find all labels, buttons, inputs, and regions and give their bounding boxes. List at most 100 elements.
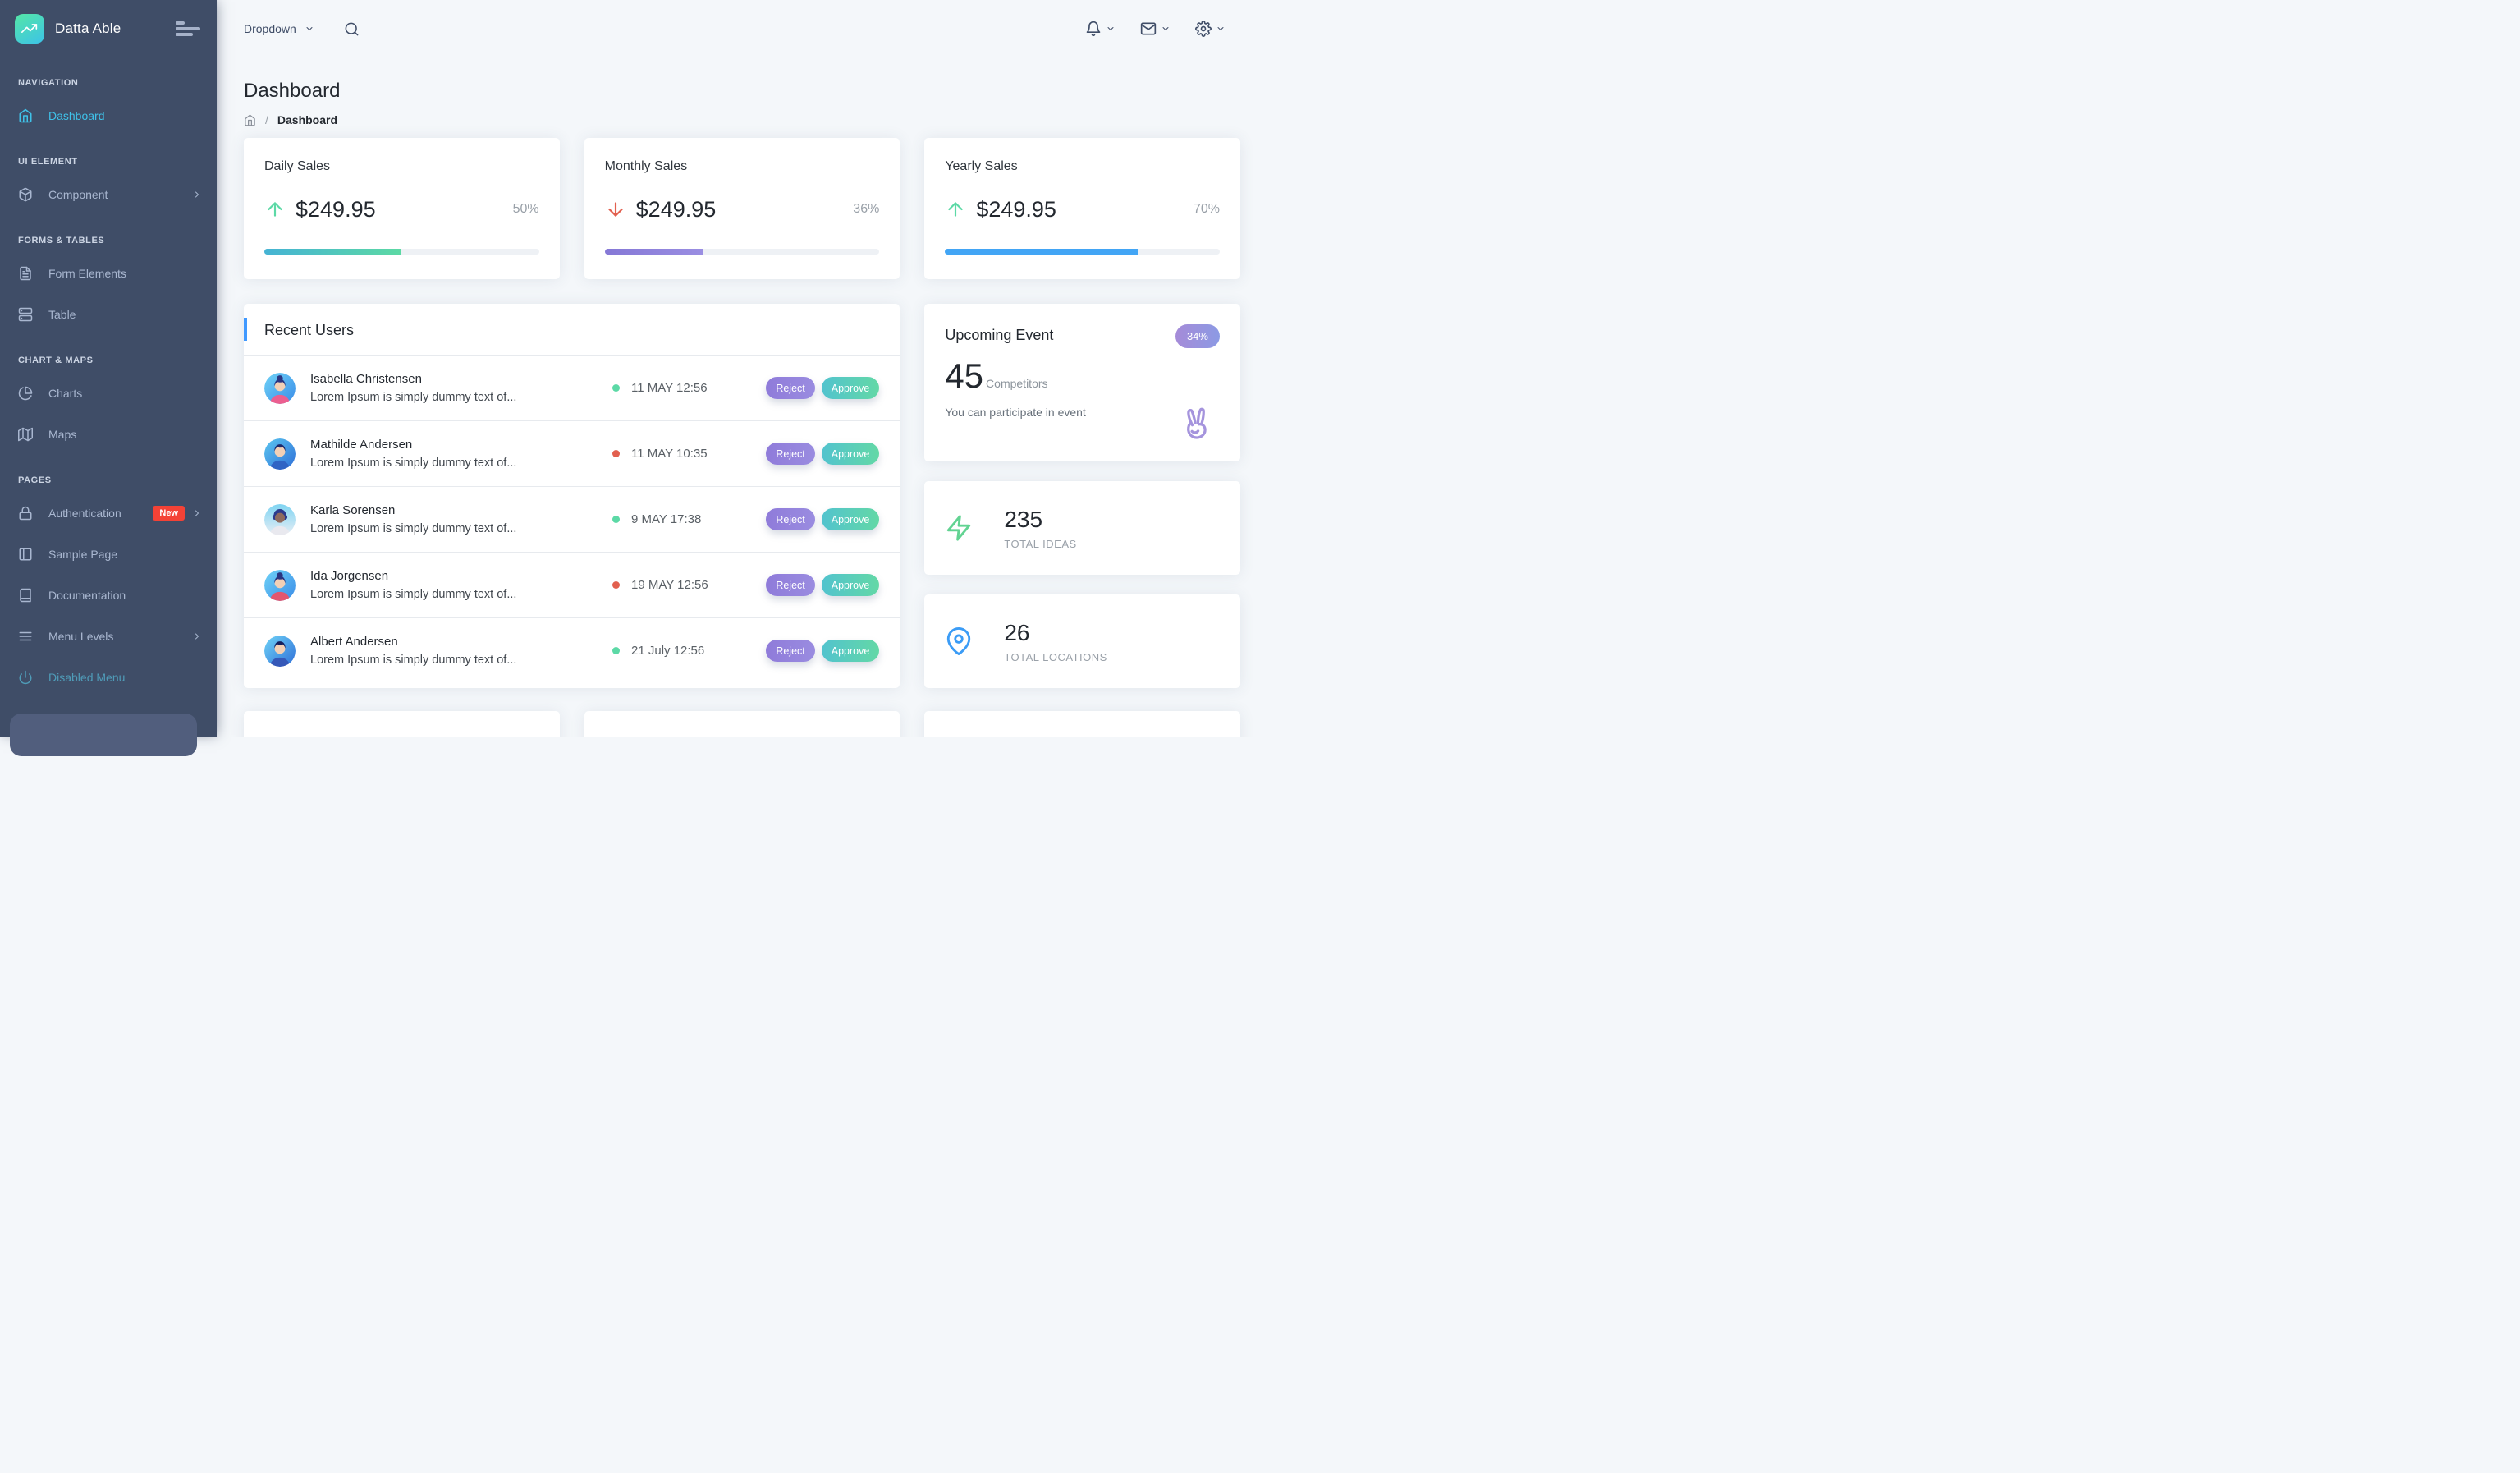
sidebar-item-label: Table bbox=[48, 308, 202, 321]
stat-title: Monthly Sales bbox=[605, 158, 880, 175]
user-desc: Lorem Ipsum is simply dummy text of... bbox=[310, 651, 596, 669]
nav-section-label: NAVIGATION bbox=[0, 57, 217, 95]
sidebar-item-label: Charts bbox=[48, 387, 202, 400]
settings-menu[interactable] bbox=[1195, 21, 1226, 37]
sidebar-item-dashboard[interactable]: Dashboard bbox=[0, 95, 217, 136]
yearly-sales-card: Yearly Sales $249.95 70% bbox=[924, 138, 1240, 279]
total-locations-card: 26 TOTAL LOCATIONS bbox=[924, 594, 1240, 688]
main-row: Recent Users Isabella Christensen Lorem … bbox=[244, 304, 1240, 688]
stat-value: $249.95 bbox=[296, 197, 376, 223]
status-dot bbox=[612, 647, 620, 654]
approve-button[interactable]: Approve bbox=[822, 508, 880, 530]
sidebar-item-authentication[interactable]: Authentication New bbox=[0, 493, 217, 534]
avatar bbox=[264, 438, 296, 470]
table-row: Isabella Christensen Lorem Ipsum is simp… bbox=[244, 355, 900, 420]
breadcrumb: / Dashboard bbox=[244, 113, 1240, 126]
stat-title: Yearly Sales bbox=[945, 158, 1220, 175]
sidebar-bottom-card bbox=[10, 714, 197, 756]
arrow-down-icon bbox=[605, 199, 626, 220]
sidebar-item-label: Component bbox=[48, 188, 192, 201]
sidebar-item-label: Maps bbox=[48, 428, 202, 441]
user-name: Isabella Christensen bbox=[310, 370, 596, 388]
event-title: Upcoming Event bbox=[945, 324, 1053, 346]
table-row: Ida Jorgensen Lorem Ipsum is simply dumm… bbox=[244, 552, 900, 617]
sidebar-item-component[interactable]: Component bbox=[0, 174, 217, 215]
total-value: 235 bbox=[1004, 507, 1076, 533]
page-title: Dashboard bbox=[244, 79, 1240, 103]
map-pin-icon bbox=[945, 627, 973, 655]
right-column: Upcoming Event 34% 45 Competitors You ca… bbox=[924, 304, 1240, 688]
reject-button[interactable]: Reject bbox=[766, 443, 814, 465]
user-desc: Lorem Ipsum is simply dummy text of... bbox=[310, 454, 596, 472]
row-time: 11 MAY 12:56 bbox=[631, 381, 708, 395]
approve-button[interactable]: Approve bbox=[822, 443, 880, 465]
menu-icon bbox=[18, 629, 33, 644]
sidebar-item-charts[interactable]: Charts bbox=[0, 373, 217, 414]
event-count-label: Competitors bbox=[986, 377, 1047, 390]
new-badge: New bbox=[153, 506, 185, 521]
total-value: 26 bbox=[1004, 620, 1107, 646]
reject-button[interactable]: Reject bbox=[766, 640, 814, 662]
reject-button[interactable]: Reject bbox=[766, 574, 814, 596]
dropdown-trigger[interactable]: Dropdown bbox=[244, 22, 296, 35]
approve-button[interactable]: Approve bbox=[822, 377, 880, 399]
row-time: 9 MAY 17:38 bbox=[631, 512, 701, 526]
avatar bbox=[264, 373, 296, 404]
sidebar-item-label: Menu Levels bbox=[48, 630, 192, 643]
table-row: Karla Sorensen Lorem Ipsum is simply dum… bbox=[244, 486, 900, 552]
main-area: Dropdown Dashb bbox=[217, 0, 1260, 736]
approve-button[interactable]: Approve bbox=[822, 574, 880, 596]
sidebar-item-documentation[interactable]: Documentation bbox=[0, 575, 217, 616]
user-desc: Lorem Ipsum is simply dummy text of... bbox=[310, 388, 596, 406]
sidebar-layout-icon bbox=[18, 547, 33, 562]
status-dot bbox=[612, 581, 620, 589]
search-icon[interactable] bbox=[344, 21, 360, 37]
partial-card bbox=[244, 711, 560, 736]
status-dot bbox=[612, 516, 620, 523]
nav-section-label: UI ELEMENT bbox=[0, 136, 217, 174]
zap-icon bbox=[945, 514, 973, 542]
lock-icon bbox=[18, 506, 33, 521]
sidebar-item-maps[interactable]: Maps bbox=[0, 414, 217, 455]
brand-logo[interactable] bbox=[15, 14, 44, 44]
reject-button[interactable]: Reject bbox=[766, 377, 814, 399]
chevron-right-icon bbox=[192, 190, 202, 200]
stat-percent: 70% bbox=[1194, 202, 1220, 217]
stat-title: Daily Sales bbox=[264, 158, 539, 175]
mail-icon bbox=[1140, 21, 1157, 37]
upcoming-event-card: Upcoming Event 34% 45 Competitors You ca… bbox=[924, 304, 1240, 461]
total-label: TOTAL LOCATIONS bbox=[1004, 651, 1107, 663]
sidebar-item-form-elements[interactable]: Form Elements bbox=[0, 253, 217, 294]
nav-section-label: FORMS & TABLES bbox=[0, 215, 217, 253]
event-count: 45 bbox=[945, 356, 983, 396]
sidebar-item-disabled-menu[interactable]: Disabled Menu bbox=[0, 657, 217, 698]
chevron-down-icon[interactable] bbox=[305, 24, 314, 34]
partial-card bbox=[924, 711, 1240, 736]
sidebar-item-menu-levels[interactable]: Menu Levels bbox=[0, 616, 217, 657]
notifications-menu[interactable] bbox=[1085, 21, 1116, 37]
recent-users-title: Recent Users bbox=[264, 320, 879, 340]
approve-button[interactable]: Approve bbox=[822, 640, 880, 662]
messages-menu[interactable] bbox=[1140, 21, 1171, 37]
chevron-down-icon bbox=[1216, 24, 1226, 34]
box-icon bbox=[18, 187, 33, 202]
user-desc: Lorem Ipsum is simply dummy text of... bbox=[310, 520, 596, 538]
total-label: TOTAL IDEAS bbox=[1004, 538, 1076, 550]
next-cards-row bbox=[244, 711, 1240, 736]
breadcrumb-home-icon[interactable] bbox=[244, 114, 256, 126]
brand-name[interactable]: Datta Able bbox=[55, 21, 174, 37]
gear-icon bbox=[1195, 21, 1212, 37]
stat-value: $249.95 bbox=[636, 197, 717, 223]
user-desc: Lorem Ipsum is simply dummy text of... bbox=[310, 585, 596, 603]
sidebar-item-table[interactable]: Table bbox=[0, 294, 217, 335]
table-row: Mathilde Andersen Lorem Ipsum is simply … bbox=[244, 420, 900, 486]
sidebar-header: Datta Able bbox=[0, 0, 217, 57]
progress-bar bbox=[945, 249, 1220, 255]
breadcrumb-current: Dashboard bbox=[277, 113, 337, 126]
avatar bbox=[264, 504, 296, 535]
user-name: Albert Andersen bbox=[310, 633, 596, 651]
sidebar-item-sample-page[interactable]: Sample Page bbox=[0, 534, 217, 575]
sidebar-collapse-icon[interactable] bbox=[174, 18, 202, 39]
reject-button[interactable]: Reject bbox=[766, 508, 814, 530]
status-dot bbox=[612, 450, 620, 457]
